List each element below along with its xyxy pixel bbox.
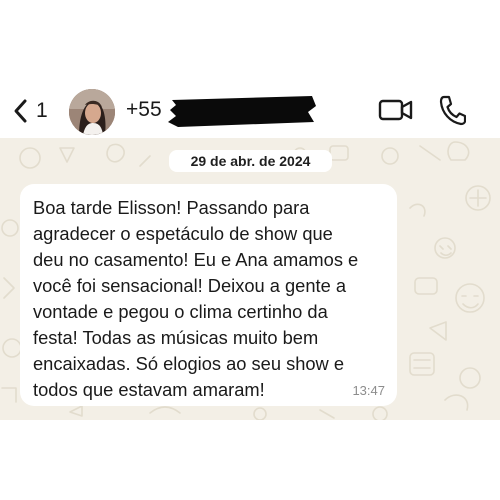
chat-screen: 1 +55 29 de abr. de 2024 Boa tarde Eliss… [0, 0, 500, 500]
message-bubble[interactable]: Boa tarde Elisson! Passando para agradec… [20, 184, 397, 406]
contact-name[interactable]: +55 [126, 98, 162, 122]
chevron-left-icon [14, 99, 27, 123]
unread-count: 1 [36, 99, 48, 122]
date-badge: 29 de abr. de 2024 [169, 150, 332, 172]
chat-area[interactable]: 29 de abr. de 2024 Boa tarde Elisson! Pa… [0, 138, 500, 420]
avatar-photo [69, 89, 115, 135]
phone-icon [439, 95, 467, 126]
video-camera-icon [378, 99, 413, 121]
redaction-mark [168, 96, 316, 127]
message-text: Boa tarde Elisson! Passando para agradec… [33, 197, 359, 400]
message-timestamp: 13:47 [352, 383, 385, 398]
video-call-button[interactable] [378, 96, 414, 124]
voice-call-button[interactable] [438, 94, 467, 126]
back-button[interactable]: 1 [10, 94, 58, 128]
avatar[interactable] [69, 89, 115, 135]
